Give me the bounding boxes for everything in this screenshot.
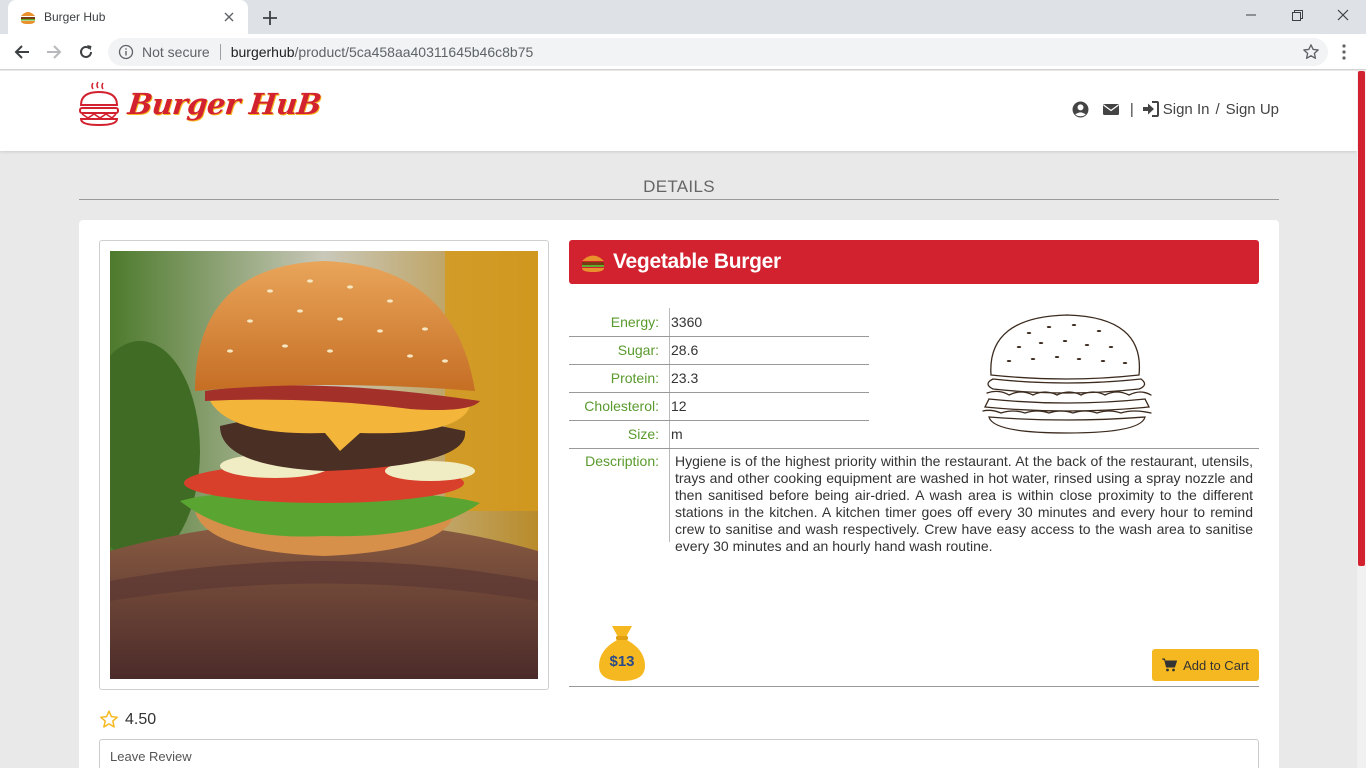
product-photo-frame	[99, 240, 549, 690]
user-circle-icon[interactable]	[1072, 101, 1089, 118]
section-divider	[79, 199, 1279, 200]
info-icon[interactable]	[118, 44, 134, 60]
spec-row-energy: Energy: 3360	[569, 308, 702, 336]
sign-in-icon	[1142, 101, 1159, 118]
product-photo	[110, 251, 538, 679]
address-bar[interactable]: Not secure burgerhub /product/5ca458aa40…	[108, 38, 1328, 66]
page-viewport: Burger HuB | Sign In / Sign Up DETAILS V…	[0, 71, 1357, 768]
browser-tabstrip: Burger Hub	[0, 0, 1366, 34]
window-close-icon[interactable]	[1320, 0, 1366, 30]
reload-icon[interactable]	[72, 38, 100, 66]
product-rating: 4.50	[99, 710, 156, 729]
spec-label: Sugar:	[617, 342, 659, 358]
burger-sketch-icon	[982, 314, 1152, 434]
spec-row-divider	[569, 448, 1259, 449]
browser-tab[interactable]: Burger Hub	[8, 0, 248, 34]
omnibox-divider	[219, 44, 221, 60]
tab-title: Burger Hub	[44, 10, 106, 24]
tab-close-icon[interactable]	[220, 8, 238, 26]
spec-label: Size:	[627, 426, 659, 442]
add-to-cart-button[interactable]: Add to Cart	[1152, 649, 1259, 681]
header-nav: | Sign In / Sign Up	[1060, 101, 1279, 118]
burger-logo-icon	[79, 81, 119, 127]
auth-separator: /	[1215, 101, 1220, 118]
leave-review-field[interactable]: Leave Review	[99, 739, 1259, 768]
browser-toolbar: Not secure burgerhub /product/5ca458aa40…	[0, 34, 1366, 70]
section-title: DETAILS	[643, 177, 715, 196]
product-card: Vegetable Burger Energy: 3360 Sugar: 28.…	[79, 220, 1279, 768]
rating-value: 4.50	[125, 710, 157, 728]
spec-value: 3360	[671, 314, 703, 330]
site-logo[interactable]: Burger HuB	[78, 81, 323, 127]
product-price: $13	[609, 653, 635, 670]
logo-text: Burger HuB	[126, 87, 323, 121]
signin-label: Sign In	[1162, 101, 1210, 118]
spec-value: 28.6	[671, 342, 699, 358]
product-name: Vegetable Burger	[613, 250, 781, 273]
product-title-bar: Vegetable Burger	[569, 240, 1259, 284]
star-outline-icon	[99, 710, 119, 729]
page-scrollbar[interactable]	[1357, 71, 1366, 768]
cart-icon	[1162, 658, 1178, 672]
new-tab-icon[interactable]	[258, 6, 282, 30]
browser-menu-icon[interactable]	[1336, 38, 1352, 66]
scrollbar-thumb[interactable]	[1358, 71, 1365, 566]
restore-icon[interactable]	[1274, 0, 1320, 30]
spec-label: Protein:	[610, 370, 659, 386]
header-divider: |	[1129, 101, 1134, 118]
spec-row-cholesterol: Cholesterol: 12	[569, 392, 687, 420]
site-header: Burger HuB | Sign In / Sign Up	[0, 71, 1357, 151]
description-label: Description:	[585, 453, 659, 469]
signup-link[interactable]: Sign Up	[1226, 101, 1279, 118]
burger-favicon-icon	[20, 9, 36, 25]
bookmark-star-icon[interactable]	[1302, 43, 1320, 61]
burger-title-icon	[581, 252, 605, 272]
forward-icon[interactable]	[40, 38, 68, 66]
spec-value: 12	[671, 398, 687, 414]
back-icon[interactable]	[8, 38, 36, 66]
envelope-icon[interactable]	[1102, 101, 1120, 118]
minimize-icon[interactable]	[1228, 0, 1274, 30]
spec-label: Energy:	[610, 314, 659, 330]
url-path: /product/5ca458aa40311645b46c8b75	[294, 44, 534, 60]
spec-row-protein: Protein: 23.3	[569, 364, 699, 392]
spec-row-sugar: Sugar: 28.6	[569, 336, 699, 364]
signin-link[interactable]: Sign In	[1142, 101, 1210, 118]
spec-value: m	[671, 426, 683, 442]
details-bottom-divider	[569, 686, 1259, 687]
spec-value: 23.3	[671, 370, 699, 386]
add-to-cart-label: Add to Cart	[1183, 657, 1249, 673]
url-host: burgerhub	[230, 44, 295, 60]
spec-row-size: Size: m	[569, 420, 683, 448]
spec-label: Cholesterol:	[584, 398, 659, 414]
security-status: Not secure	[142, 44, 210, 60]
product-description: Hygiene is of the highest priority withi…	[675, 453, 1253, 554]
